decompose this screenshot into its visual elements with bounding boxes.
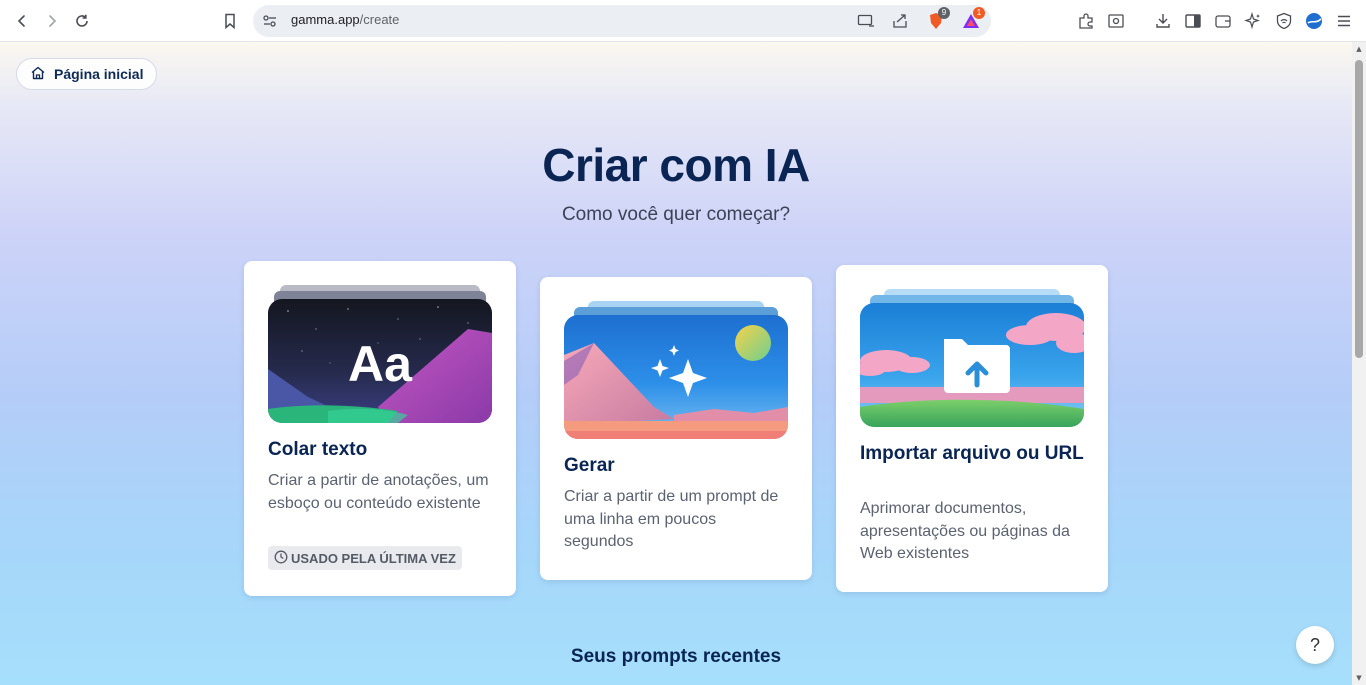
help-button[interactable]: ? <box>1296 626 1334 664</box>
paste-text-art: Aa <box>268 285 492 423</box>
brave-shield-icon[interactable]: 9 <box>925 7 950 32</box>
generate-title: Gerar <box>564 455 615 476</box>
clock-icon <box>274 550 288 567</box>
home-icon <box>30 65 46 84</box>
reader-mode-icon[interactable] <box>1105 10 1127 32</box>
import-card[interactable]: Importar arquivo ou URL Aprimorar docume… <box>836 265 1108 592</box>
home-button[interactable]: Página inicial <box>16 58 158 90</box>
url-path: /create <box>359 12 400 27</box>
forward-icon[interactable] <box>40 9 64 33</box>
paste-text-art-glyph: Aa <box>348 336 413 392</box>
generate-card[interactable]: Gerar Criar a partir de um prompt de uma… <box>540 277 812 580</box>
vpn-icon[interactable] <box>1273 10 1295 32</box>
menu-icon[interactable] <box>1333 10 1355 32</box>
scroll-thumb[interactable] <box>1355 60 1363 358</box>
import-image <box>860 303 1084 427</box>
import-title: Importar arquivo ou URL <box>860 443 1084 464</box>
reload-icon[interactable] <box>70 9 94 33</box>
import-description: Aprimorar documentos, apresentações ou p… <box>860 500 1070 562</box>
site-settings-icon[interactable] <box>262 13 278 33</box>
last-used-label: USADO PELA ÚLTIMA VEZ <box>291 550 456 566</box>
profile-globe-icon[interactable] <box>1303 10 1325 32</box>
cast-icon[interactable] <box>855 10 877 32</box>
home-label: Página inicial <box>54 66 144 82</box>
back-icon[interactable] <box>10 9 34 33</box>
share-icon[interactable] <box>889 10 911 32</box>
page-title: Criar com IA <box>542 139 810 191</box>
bookmark-icon[interactable] <box>218 9 242 33</box>
help-label: ? <box>1309 634 1320 655</box>
leo-ai-icon[interactable] <box>1242 10 1264 32</box>
page-content: Página inicial Criar com IA Como você qu… <box>0 42 1366 685</box>
scroll-up-icon[interactable]: ▲ <box>1355 45 1363 53</box>
page-scrollbar[interactable]: ▲ ▼ <box>1352 42 1366 685</box>
paste-text-description: Criar a partir de anotações, um esboço o… <box>268 472 489 512</box>
page-subtitle: Como você quer começar? <box>561 204 791 225</box>
url-domain: gamma.app <box>291 12 360 27</box>
wallet-icon[interactable] <box>1212 10 1234 32</box>
last-used-badge: USADO PELA ÚLTIMA VEZ <box>268 546 462 570</box>
paste-text-title: Colar texto <box>268 439 368 460</box>
generate-art <box>564 301 788 439</box>
rewards-badge: 1 <box>973 7 985 19</box>
sidebar-icon[interactable] <box>1182 10 1204 32</box>
brave-badge: 9 <box>938 7 950 19</box>
recent-prompts-heading: Seus prompts recentes <box>570 646 782 667</box>
url-text: gamma.app/create <box>291 12 399 27</box>
extensions-icon[interactable] <box>1075 10 1097 32</box>
generate-image <box>564 315 788 439</box>
generate-description: Criar a partir de um prompt de uma linha… <box>564 488 779 550</box>
address-bar[interactable]: gamma.app/create 9 1 <box>253 5 991 37</box>
download-icon[interactable] <box>1152 10 1174 32</box>
upload-folder-icon <box>944 339 1010 393</box>
browser-toolbar: gamma.app/create 9 1 <box>0 0 1366 42</box>
scroll-down-icon[interactable]: ▼ <box>1355 674 1363 682</box>
import-art <box>860 289 1084 427</box>
paste-text-card[interactable]: Aa Colar texto Criar a partir de anotaçõ… <box>244 261 516 596</box>
paste-text-image: Aa <box>268 299 492 423</box>
rewards-icon[interactable]: 1 <box>960 7 985 32</box>
